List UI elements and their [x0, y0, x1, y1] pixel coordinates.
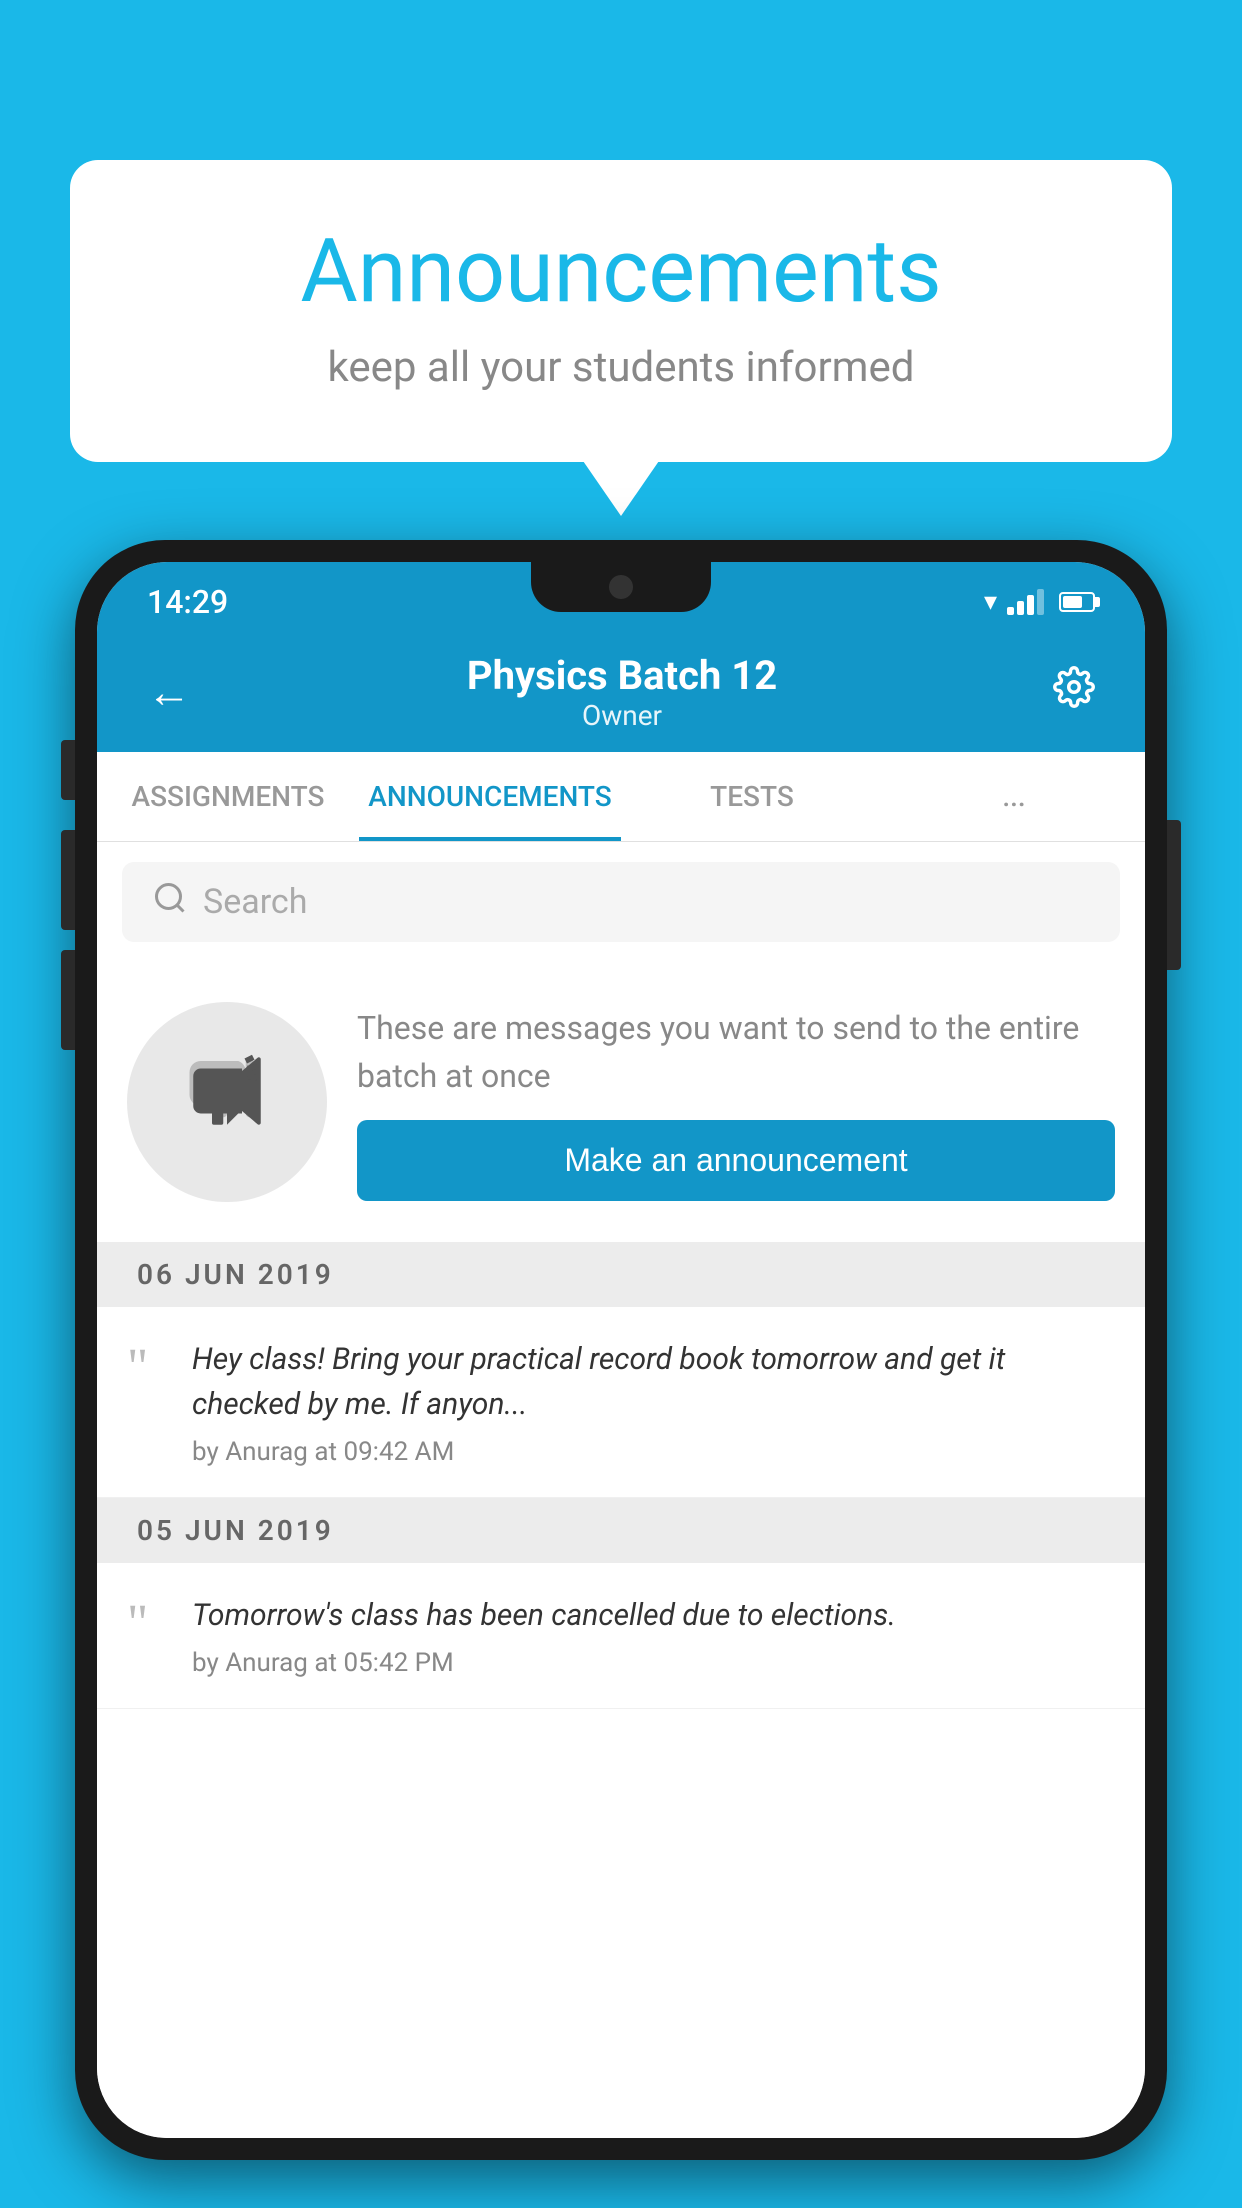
announcement-author-2: by Anurag at 05:42 PM — [192, 1648, 1115, 1678]
speech-bubble-title: Announcements — [150, 220, 1092, 323]
make-announcement-button[interactable]: Make an announcement — [357, 1120, 1115, 1201]
status-time: 14:29 — [147, 583, 228, 621]
announcement-content-1: Hey class! Bring your practical record b… — [192, 1337, 1115, 1467]
wifi-icon: ▾ — [984, 587, 997, 617]
tab-bar: ASSIGNMENTS ANNOUNCEMENTS TESTS ... — [97, 752, 1145, 842]
front-camera — [609, 575, 633, 599]
search-bar[interactable]: Search — [122, 862, 1120, 942]
status-icons: ▾ — [984, 587, 1095, 617]
announcement-content-2: Tomorrow's class has been cancelled due … — [192, 1593, 1115, 1678]
promo-description: These are messages you want to send to t… — [357, 1004, 1115, 1100]
date-separator-2: 05 JUN 2019 — [97, 1498, 1145, 1563]
announcement-item-2[interactable]: " Tomorrow's class has been cancelled du… — [97, 1563, 1145, 1709]
announcement-message-1: Hey class! Bring your practical record b… — [192, 1337, 1115, 1427]
phone-screen: 14:29 ▾ — [97, 562, 1145, 2138]
signal-bar-4 — [1037, 589, 1044, 615]
screen-content: Search — [97, 842, 1145, 2138]
phone-frame: 14:29 ▾ — [75, 540, 1167, 2160]
speech-bubble-subtitle: keep all your students informed — [150, 343, 1092, 392]
signal-bars — [1007, 589, 1044, 615]
search-placeholder: Search — [203, 882, 307, 922]
megaphone-icon — [182, 1046, 272, 1158]
settings-button[interactable] — [1043, 656, 1105, 729]
signal-bar-3 — [1027, 595, 1034, 615]
battery-icon — [1059, 592, 1095, 612]
date-separator-1: 06 JUN 2019 — [97, 1242, 1145, 1307]
speech-bubble: Announcements keep all your students inf… — [70, 160, 1172, 462]
app-bar-title: Physics Batch 12 — [221, 652, 1023, 699]
promo-right: These are messages you want to send to t… — [357, 1004, 1115, 1201]
battery-fill — [1063, 596, 1082, 608]
back-button[interactable]: ← — [137, 656, 201, 728]
phone-mockup: 14:29 ▾ — [75, 540, 1167, 2208]
tab-more[interactable]: ... — [883, 752, 1145, 841]
side-button-mute — [61, 740, 75, 800]
announcement-author-1: by Anurag at 09:42 AM — [192, 1437, 1115, 1467]
announcement-item-1[interactable]: " Hey class! Bring your practical record… — [97, 1307, 1145, 1498]
quote-icon-2: " — [127, 1593, 167, 1678]
tab-assignments[interactable]: ASSIGNMENTS — [97, 752, 359, 841]
tab-announcements[interactable]: ANNOUNCEMENTS — [359, 752, 621, 841]
app-bar-subtitle: Owner — [221, 699, 1023, 732]
tab-tests[interactable]: TESTS — [621, 752, 883, 841]
speech-bubble-section: Announcements keep all your students inf… — [70, 160, 1172, 462]
search-icon — [152, 880, 188, 925]
quote-icon-1: " — [127, 1337, 167, 1467]
side-button-volume-up — [61, 830, 75, 930]
signal-bar-2 — [1017, 601, 1024, 615]
app-bar: ← Physics Batch 12 Owner — [97, 632, 1145, 752]
signal-bar-1 — [1007, 607, 1014, 615]
side-button-volume-down — [61, 950, 75, 1050]
app-bar-title-section: Physics Batch 12 Owner — [221, 652, 1023, 732]
announcement-promo: These are messages you want to send to t… — [97, 962, 1145, 1242]
side-button-power — [1167, 820, 1181, 970]
megaphone-circle — [127, 1002, 327, 1202]
search-bar-container: Search — [97, 842, 1145, 962]
phone-notch — [531, 562, 711, 612]
announcement-message-2: Tomorrow's class has been cancelled due … — [192, 1593, 1115, 1638]
